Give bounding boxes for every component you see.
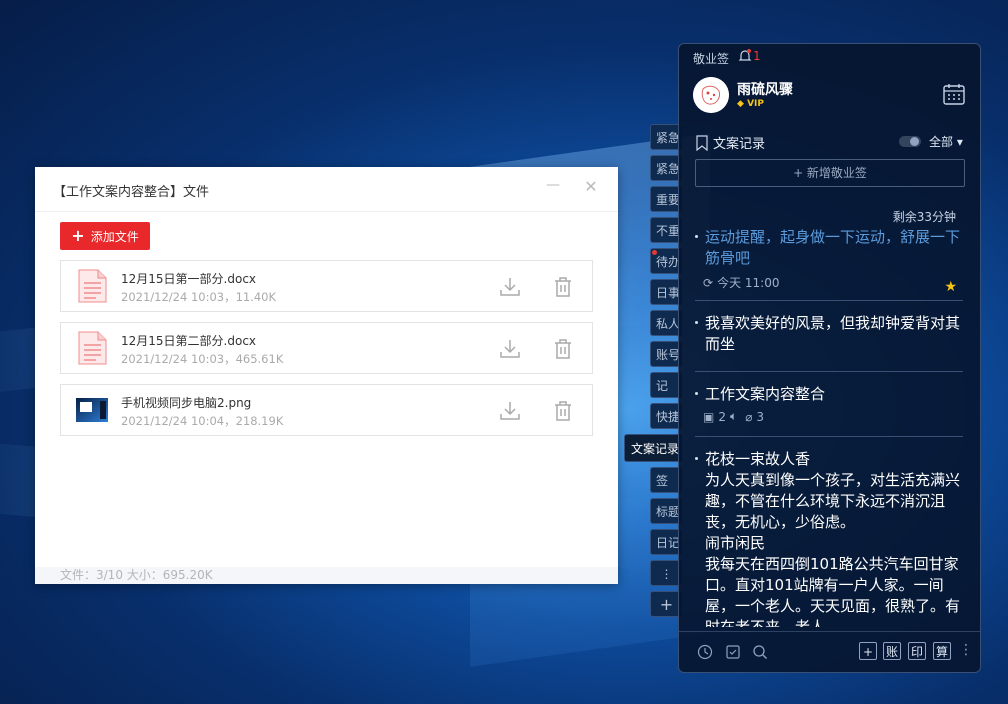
file-meta: 2021/12/24 10:04，218.19K (121, 414, 284, 428)
note-item[interactable]: 花枝一束故人香 为人天真到像一个孩子，对生活充满兴趣，不管在什么环境下永远不消沉… (695, 449, 963, 627)
plus-icon: + (71, 226, 85, 245)
file-dialog: 【工作文案内容整合】文件 — ✕ + 添加文件 12月15日第一部分.docx … (35, 167, 618, 584)
note-item[interactable]: 运动提醒，起身做一下运动，舒展一下筋骨吧 ⟳ 今天 11:00 ★ (695, 227, 963, 295)
download-icon[interactable] (498, 337, 522, 361)
file-row[interactable]: 12月15日第二部分.docx 2021/12/24 10:03，465.61K (60, 322, 593, 374)
title-divider (35, 211, 618, 212)
dialog-title: 【工作文案内容整合】文件 (53, 185, 210, 200)
delete-icon[interactable] (551, 275, 575, 299)
file-meta: 2021/12/24 10:03，11.40K (121, 290, 277, 304)
image-thumbnail (76, 398, 108, 422)
delete-icon[interactable] (551, 399, 575, 423)
bookmark-icon (696, 135, 708, 151)
repeat-icon: ⟳ (703, 275, 714, 290)
bell-icon[interactable] (737, 48, 753, 64)
star-icon[interactable]: ★ (944, 279, 957, 295)
image-icon: ▣ (703, 409, 715, 424)
file-row[interactable]: 12月15日第一部分.docx 2021/12/24 10:03，11.40K (60, 260, 593, 312)
minimize-button[interactable]: — (545, 177, 561, 193)
note-attachments: ▣ 2 🔈︎ ⌀ 3 (703, 409, 765, 424)
file-name: 手机视频同步电脑2.png (121, 396, 252, 410)
tab-active[interactable]: 文案记录 (624, 434, 682, 462)
unread-dot (652, 250, 657, 255)
note-panel: 敬业签 1 雨硫风骤 ◆ VIP 文案记录 全部 ▾ + 新增敬业签 剩余33分… (678, 43, 981, 673)
search-icon[interactable] (752, 644, 768, 660)
file-meta: 2021/12/24 10:03，465.61K (121, 352, 284, 366)
task-icon[interactable] (725, 644, 741, 660)
close-button[interactable]: ✕ (583, 177, 599, 196)
paperclip-icon: ⌀ (745, 409, 753, 424)
countdown-label: 剩余33分钟 (892, 210, 956, 224)
section-title: 文案记录 (713, 137, 766, 152)
note-item[interactable]: 工作文案内容整合 ▣ 2 🔈︎ ⌀ 3 (695, 384, 963, 424)
account-button[interactable]: 账 (883, 642, 901, 660)
add-button[interactable]: + (859, 642, 877, 660)
audio-icon: 🔈︎ (729, 409, 738, 423)
new-note-button[interactable]: + 新增敬业签 (695, 159, 965, 187)
app-brand: 敬业签 (693, 52, 730, 66)
note-text: 花枝一束故人香 为人天真到像一个孩子，对生活充满兴趣，不管在什么环境下永远不消沉… (705, 450, 961, 627)
note-text: 工作文案内容整合 (705, 385, 826, 403)
note-text: 我喜欢美好的风景，但我却钟爱背对其而坐 (705, 314, 961, 353)
download-icon[interactable] (498, 399, 522, 423)
vip-badge: ◆ VIP (737, 99, 764, 109)
tab-label: 待办 (656, 255, 681, 269)
note-item[interactable]: 我喜欢美好的风景，但我却钟爱背对其而坐 (695, 313, 963, 355)
calendar-icon[interactable] (942, 82, 966, 106)
avatar-image (693, 77, 729, 113)
avatar[interactable] (693, 77, 729, 113)
username: 雨硫风骤 (737, 82, 793, 98)
clock-icon[interactable] (697, 644, 713, 660)
calculator-button[interactable]: 算 (933, 642, 951, 660)
note-meta: ⟳ 今天 11:00 (703, 275, 780, 291)
dialog-footer-stats: 文件：3/10 大小：695.20K (35, 567, 618, 584)
panel-footer: + 账 印 算 ⋮ (679, 631, 980, 672)
add-file-button[interactable]: + 添加文件 (60, 222, 150, 250)
docx-file-icon (78, 331, 107, 365)
file-name: 12月15日第一部分.docx (121, 272, 257, 286)
file-name: 12月15日第二部分.docx (121, 334, 257, 348)
more-icon[interactable]: ⋮ (959, 642, 973, 658)
add-file-label: 添加文件 (90, 229, 139, 244)
delete-icon[interactable] (551, 337, 575, 361)
download-icon[interactable] (498, 275, 522, 299)
filter-dropdown[interactable]: 全部 ▾ (929, 133, 963, 150)
file-row[interactable]: 手机视频同步电脑2.png 2021/12/24 10:04，218.19K (60, 384, 593, 436)
note-text: 运动提醒，起身做一下运动，舒展一下筋骨吧 (705, 228, 961, 267)
notification-count: 1 (753, 49, 761, 63)
view-toggle[interactable] (899, 136, 921, 147)
docx-file-icon (78, 269, 107, 303)
stamp-button[interactable]: 印 (908, 642, 926, 660)
